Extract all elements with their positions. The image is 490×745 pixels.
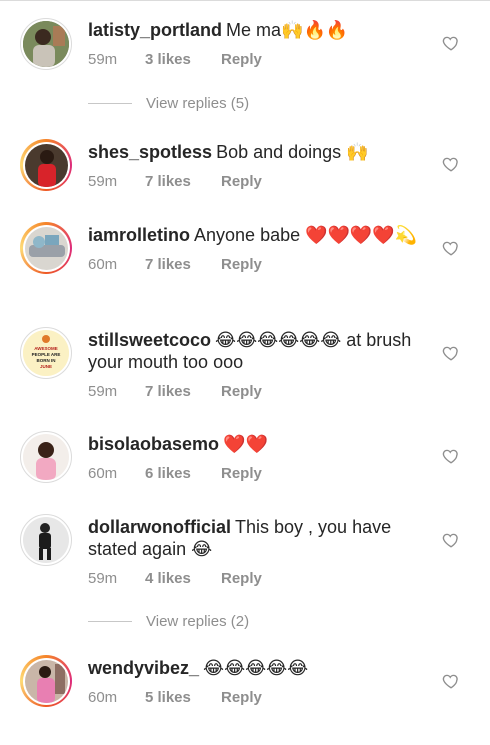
view-replies-button[interactable]: View replies (5)	[88, 93, 338, 113]
comment-meta: 60m 5 likes Reply	[88, 689, 418, 706]
svg-text:PEOPLE ARE: PEOPLE ARE	[32, 352, 61, 357]
replies-divider	[88, 620, 132, 622]
comment-username[interactable]: dollarwonofficial	[88, 517, 231, 537]
comment-time: 59m	[88, 383, 118, 400]
comment-text: shes_spotless Bob and doings 🙌	[88, 141, 418, 163]
comment-username[interactable]: iamrolletino	[88, 225, 190, 245]
comment-text: bisolaobasemo ❤️❤️	[88, 433, 418, 455]
comment-text: wendyvibez_ 😂😂😂😂😂	[88, 657, 418, 679]
reply-button[interactable]: Reply	[221, 51, 262, 68]
avatar[interactable]	[20, 431, 72, 483]
replies-divider	[88, 102, 132, 104]
svg-text:JUNE: JUNE	[40, 364, 52, 369]
comment-meta: 59m 7 likes Reply	[88, 383, 418, 400]
comment-time: 60m	[88, 465, 118, 482]
heart-outline-icon[interactable]	[442, 531, 460, 549]
avatar-badge-line: AWESOME	[34, 346, 58, 351]
comment-username[interactable]: stillsweetcoco	[88, 330, 211, 350]
comment-time: 59m	[88, 570, 118, 587]
avatar[interactable]: AWESOME PEOPLE ARE BORN IN JUNE	[20, 327, 72, 379]
avatar[interactable]	[20, 655, 72, 707]
comment-body: ❤️❤️	[223, 434, 268, 454]
reply-button[interactable]: Reply	[221, 689, 262, 706]
svg-text:BORN IN: BORN IN	[37, 358, 56, 363]
comment-text: stillsweetcoco 😂😂😂😂😂😂 at brush your mouth…	[88, 329, 418, 373]
comment-likes[interactable]: 6 likes	[145, 465, 221, 482]
comment-body: Anyone babe ❤️❤️❤️❤️💫	[194, 225, 418, 245]
reply-button[interactable]: Reply	[221, 383, 262, 400]
comment-username[interactable]: wendyvibez_	[88, 658, 199, 678]
comment-meta: 59m 4 likes Reply	[88, 570, 418, 587]
avatar[interactable]	[20, 222, 72, 274]
view-replies-button[interactable]: View replies (2)	[88, 611, 338, 631]
comment-username[interactable]: bisolaobasemo	[88, 434, 219, 454]
comment-meta: 60m 7 likes Reply	[88, 256, 418, 273]
comment-username[interactable]: latisty_portland	[88, 20, 222, 40]
comment-text: latisty_portland Me ma🙌🔥🔥	[88, 19, 418, 41]
view-replies-label[interactable]: View replies (2)	[146, 613, 249, 630]
comment-time: 60m	[88, 689, 118, 706]
comment-time: 60m	[88, 256, 118, 273]
comment-text: iamrolletino Anyone babe ❤️❤️❤️❤️💫	[88, 224, 418, 246]
reply-button[interactable]: Reply	[221, 570, 262, 587]
comment-time: 59m	[88, 173, 118, 190]
comment-body: Me ma🙌🔥🔥	[226, 20, 349, 40]
heart-outline-icon[interactable]	[442, 672, 460, 690]
heart-outline-icon[interactable]	[442, 447, 460, 465]
avatar[interactable]	[20, 18, 72, 70]
comment-body: Bob and doings 🙌	[216, 142, 369, 162]
comment-likes[interactable]: 7 likes	[145, 383, 221, 400]
comment-likes[interactable]: 7 likes	[145, 256, 221, 273]
avatar[interactable]	[20, 139, 72, 191]
comment-likes[interactable]: 7 likes	[145, 173, 221, 190]
top-divider	[0, 0, 490, 1]
reply-button[interactable]: Reply	[221, 173, 262, 190]
comment-meta: 59m 7 likes Reply	[88, 173, 418, 190]
comment-likes[interactable]: 4 likes	[145, 570, 221, 587]
comment-text: dollarwonofficial This boy , you have sta…	[88, 516, 418, 560]
comment-likes[interactable]: 5 likes	[145, 689, 221, 706]
heart-outline-icon[interactable]	[442, 344, 460, 362]
view-replies-label[interactable]: View replies (5)	[146, 95, 249, 112]
heart-outline-icon[interactable]	[442, 239, 460, 257]
comment-meta: 59m 3 likes Reply	[88, 51, 418, 68]
comment-meta: 60m 6 likes Reply	[88, 465, 418, 482]
heart-outline-icon[interactable]	[442, 155, 460, 173]
comment-username[interactable]: shes_spotless	[88, 142, 212, 162]
comment-likes[interactable]: 3 likes	[145, 51, 221, 68]
heart-outline-icon[interactable]	[442, 34, 460, 52]
comment-time: 59m	[88, 51, 118, 68]
avatar[interactable]	[20, 514, 72, 566]
reply-button[interactable]: Reply	[221, 256, 262, 273]
reply-button[interactable]: Reply	[221, 465, 262, 482]
comment-body: 😂😂😂😂😂	[203, 658, 309, 678]
